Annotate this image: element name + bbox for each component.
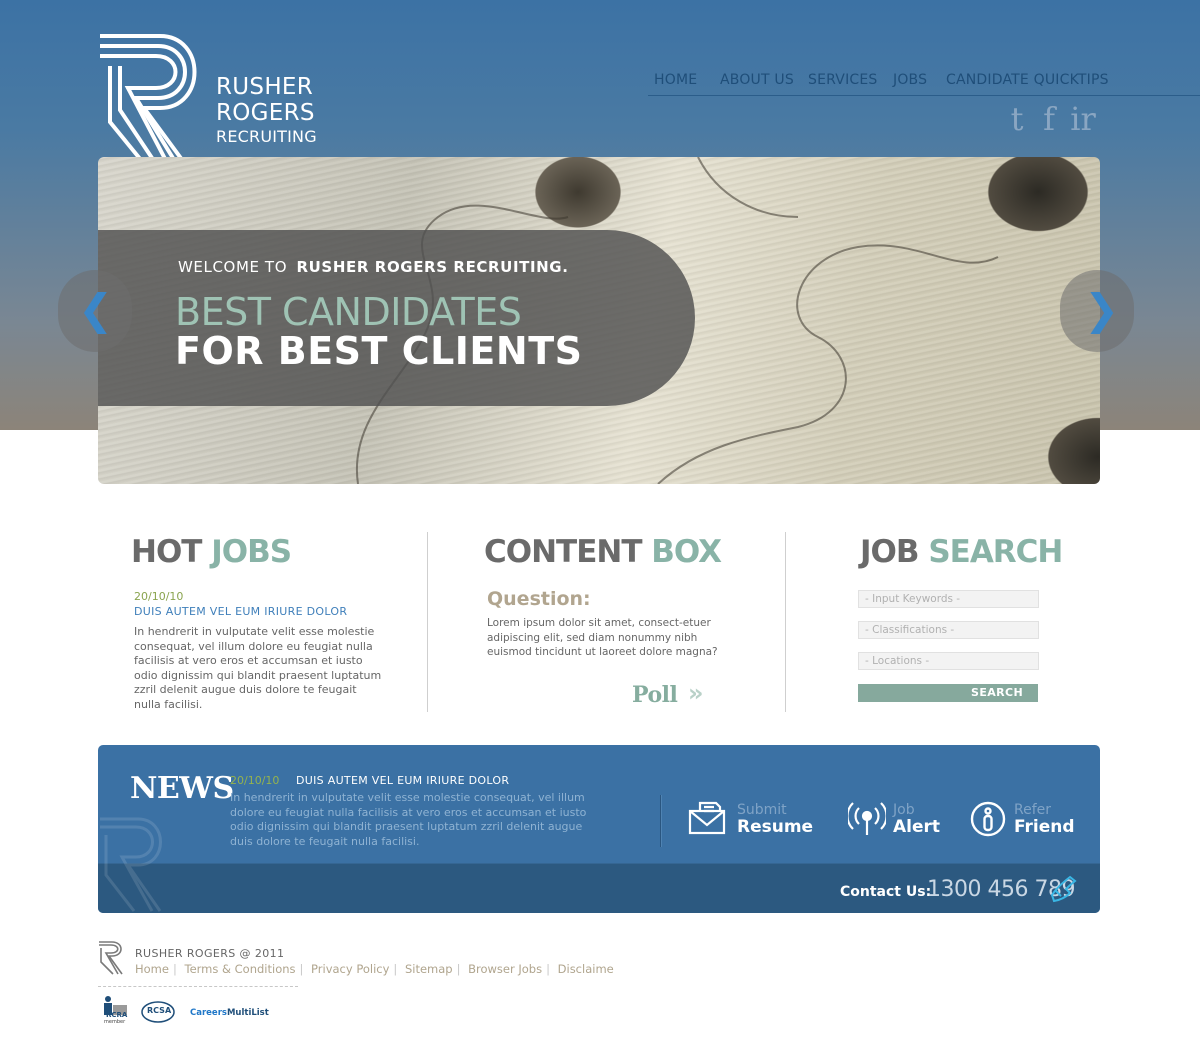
footer-link-sitemap[interactable]: Sitemap (405, 962, 453, 976)
careers-multilist-badge[interactable]: CareersMultiList (190, 1008, 269, 1018)
ir-icon[interactable]: ir (1068, 102, 1098, 136)
news-date: 20/10/10 (230, 774, 280, 787)
keywords-input[interactable]: - Input Keywords - (858, 590, 1039, 608)
footer-copyright: RUSHER ROGERS @ 2011 (135, 947, 285, 960)
footer-divider (98, 986, 298, 987)
job-alert-small: Job (893, 802, 915, 818)
footer-link-terms[interactable]: Terms & Conditions (185, 962, 296, 976)
nav-jobs[interactable]: JOBS (893, 72, 927, 88)
hero-prev-arrow-icon[interactable]: ❮ (58, 270, 132, 352)
content-box-title: CONTENT BOX (484, 534, 722, 570)
multilist-label: MultiList (226, 1008, 269, 1018)
question-body: Lorem ipsum dolor sit amet, consect-etue… (487, 617, 718, 659)
rcra-label: RCRA (106, 1011, 128, 1019)
search-button[interactable]: SEARCH (858, 684, 1038, 702)
phone-icon[interactable] (1048, 873, 1078, 903)
hot-jobs-title: HOT JOBS (131, 534, 292, 570)
envelope-icon (688, 801, 726, 835)
refer-friend-big: Friend (1014, 817, 1075, 837)
job-search-title: JOB SEARCH (860, 534, 1063, 570)
double-chevron-right-icon[interactable]: » (688, 679, 704, 707)
submit-resume-big: Resume (737, 817, 814, 837)
logo-text: RUSHER ROGERS RECRUITING (216, 74, 317, 148)
nav-candidate-quicktips[interactable]: CANDIDATE QUICKTIPS (946, 72, 1109, 88)
hot-jobs-title-dark: HOT (131, 534, 202, 570)
locations-select[interactable]: - Locations - (858, 652, 1039, 670)
hot-jobs-headline[interactable]: DUIS AUTEM VEL EUM IRIURE DOLOR (134, 605, 347, 618)
news-title: NEWS (130, 771, 234, 806)
nav-about-us[interactable]: ABOUT US (720, 72, 794, 88)
twitter-icon[interactable]: t (1004, 102, 1030, 136)
rcra-badge[interactable]: RCRA member (100, 994, 130, 1026)
footer-link-privacy[interactable]: Privacy Policy (311, 962, 389, 976)
news-headline[interactable]: DUIS AUTEM VEL EUM IRIURE DOLOR (296, 774, 509, 787)
facebook-icon[interactable]: f (1036, 102, 1062, 136)
watermark-r-icon (100, 817, 162, 912)
job-alert-button[interactable]: Job Alert (848, 801, 958, 845)
info-icon (970, 801, 1006, 837)
rcra-sub: member (104, 1019, 126, 1025)
contact-label: Contact Us: (840, 884, 932, 900)
rcsa-badge[interactable]: RCSA (140, 1000, 176, 1024)
logo-line-2: ROGERS (216, 100, 315, 126)
question-label: Question: (487, 588, 591, 610)
hero-welcome-text: WELCOME TO (178, 258, 288, 276)
news-panel: NEWS 20/10/10 DUIS AUTEM VEL EUM IRIURE … (98, 745, 1100, 913)
footer-links: Home | Terms & Conditions | Privacy Policy… (135, 962, 614, 976)
hero-welcome-bold: RUSHER ROGERS RECRUITING. (296, 258, 569, 276)
submit-resume-button[interactable]: Submit Resume (688, 801, 818, 845)
column-divider (427, 532, 428, 712)
refer-friend-small: Refer (1014, 802, 1052, 818)
footer-link-disclaimer[interactable]: Disclaime (558, 962, 614, 976)
hot-jobs-title-teal: JOBS (211, 534, 292, 570)
rcsa-label: RCSA (147, 1006, 172, 1015)
main-nav: HOME ABOUT US SERVICES JOBS CANDIDATE QU… (648, 72, 1200, 96)
poll-link[interactable]: Poll (632, 682, 678, 708)
signal-icon (848, 802, 886, 835)
footer-logo-icon (99, 941, 123, 975)
footer-link-browser-jobs[interactable]: Browser Jobs (468, 962, 542, 976)
careers-label: Careers (190, 1008, 227, 1018)
hot-jobs-body: In hendrerit in vulputate velit esse mol… (134, 625, 382, 711)
hero-next-arrow-icon[interactable]: ❯ (1060, 270, 1134, 352)
news-divider (660, 795, 661, 847)
hero-headline-2: FOR BEST CLIENTS (175, 329, 583, 373)
job-alert-big: Alert (893, 817, 941, 837)
job-search-title-teal: SEARCH (928, 534, 1063, 570)
submit-resume-small: Submit (737, 802, 787, 818)
content-box-title-teal: BOX (651, 534, 722, 570)
logo-line-3: RECRUITING (216, 127, 317, 146)
footer-link-home[interactable]: Home (135, 962, 169, 976)
classifications-select[interactable]: - Classifications - (858, 621, 1039, 639)
hot-jobs-date: 20/10/10 (134, 590, 184, 603)
logo-line-1: RUSHER (216, 74, 314, 100)
refer-friend-button[interactable]: Refer Friend (970, 801, 1090, 845)
hero-headline-1: BEST CANDIDATES (175, 290, 522, 334)
nav-home[interactable]: HOME (654, 72, 697, 88)
content-box-title-dark: CONTENT (484, 534, 642, 570)
nav-services[interactable]: SERVICES (808, 72, 878, 88)
column-divider (785, 532, 786, 712)
hero-banner: WELCOME TO RUSHER ROGERS RECRUITING. BES… (98, 157, 1100, 484)
news-body: In hendrerit in vulputate velit esse mol… (230, 791, 587, 848)
hero-welcome: WELCOME TO RUSHER ROGERS RECRUITING. (178, 258, 569, 276)
job-search-title-dark: JOB (860, 534, 920, 570)
